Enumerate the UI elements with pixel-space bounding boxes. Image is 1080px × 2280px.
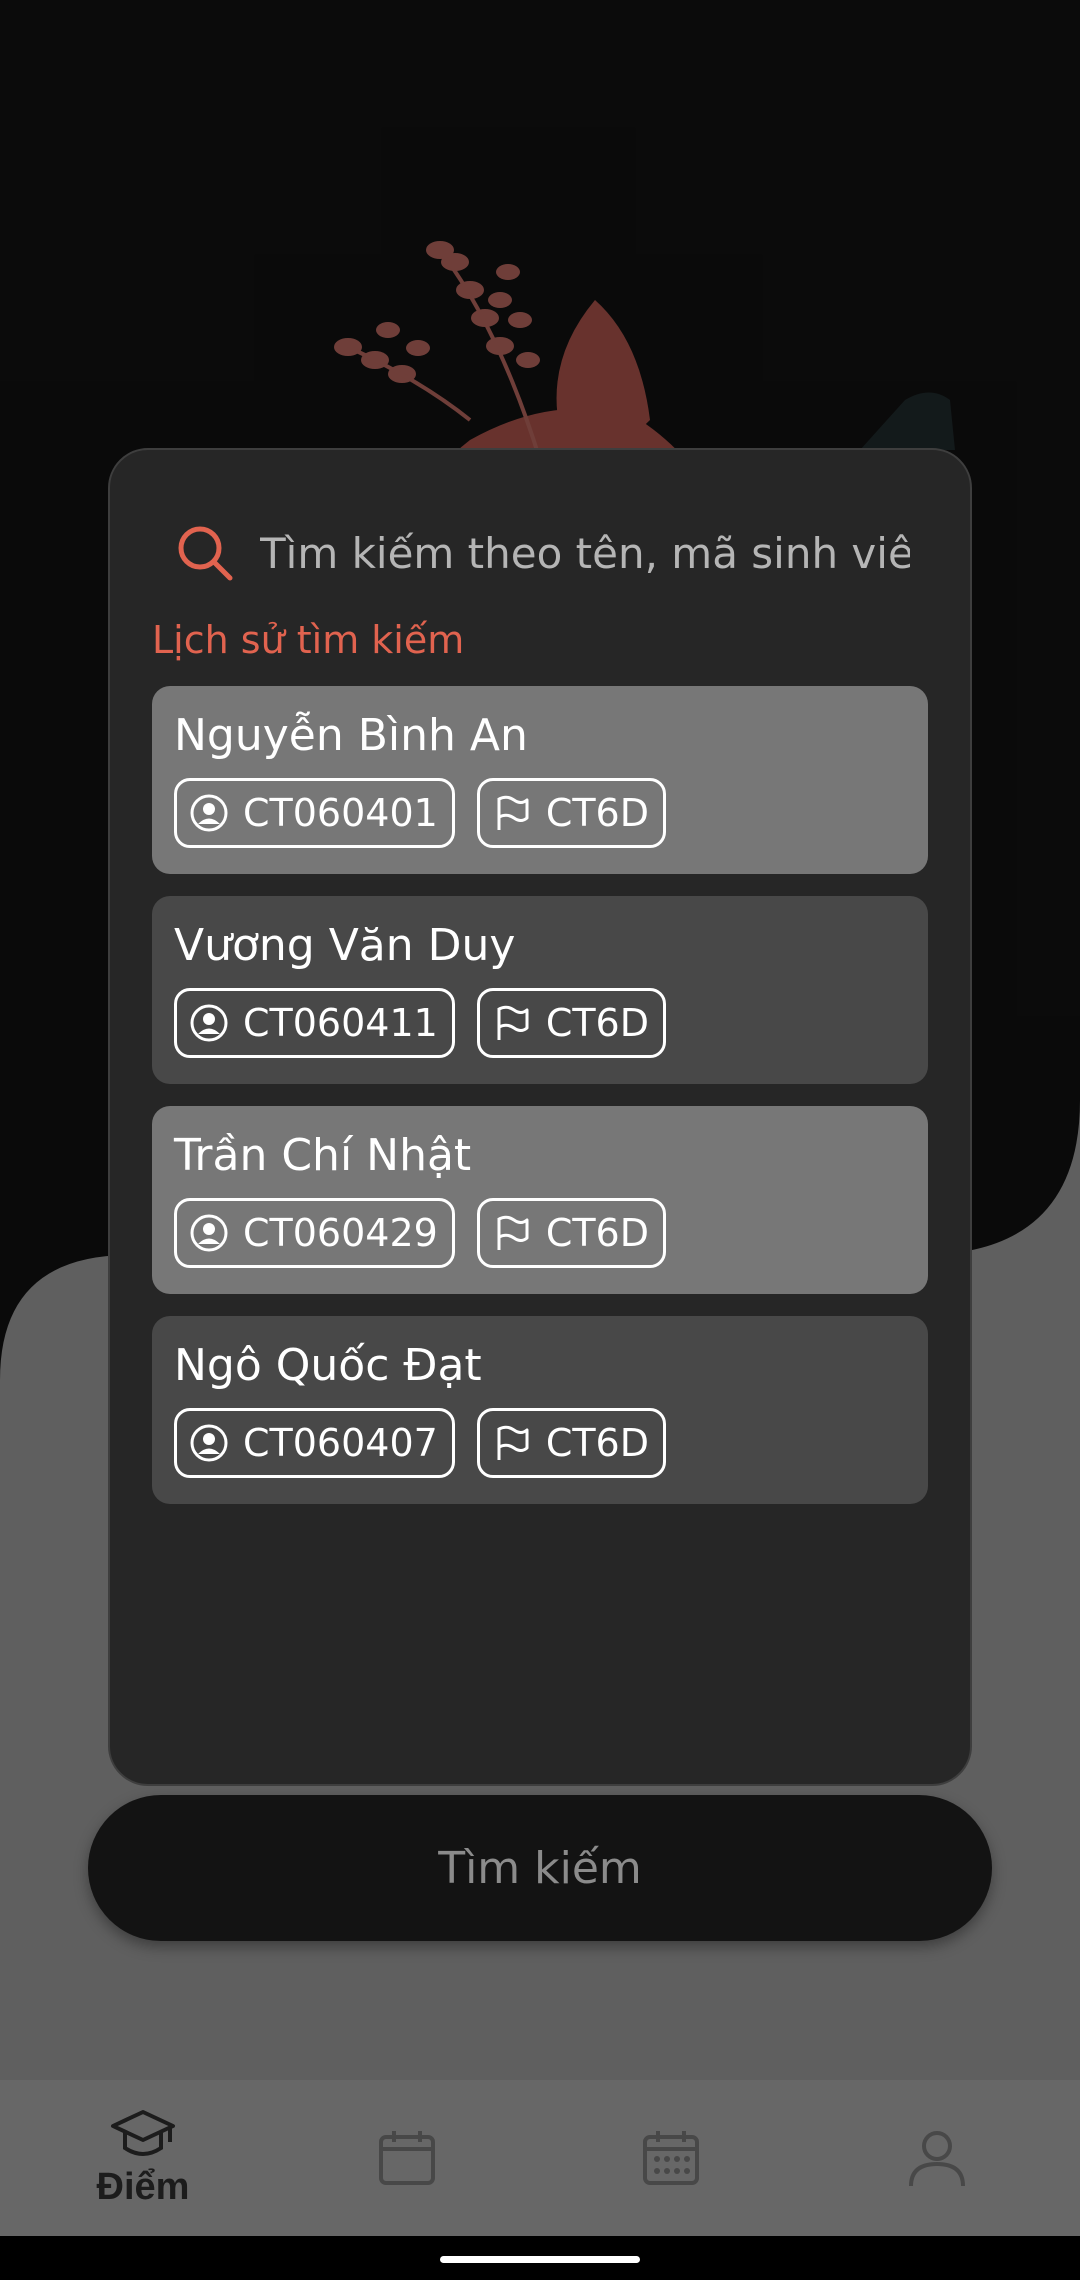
bottom-navigation: Điểm xyxy=(0,2080,1080,2236)
search-icon xyxy=(178,526,233,581)
nav-label-grades: Điểm xyxy=(96,2165,190,2208)
student-id-chip: CT060407 xyxy=(174,1408,455,1478)
class-code: CT6D xyxy=(545,1211,649,1255)
student-name: Nguyễn Bình An xyxy=(174,710,528,761)
student-id-chip: CT060401 xyxy=(174,778,455,848)
nav-item-profile[interactable] xyxy=(802,2080,1072,2236)
history-item[interactable]: Vương Văn Duy CT060411 CT6D xyxy=(152,896,928,1084)
history-item[interactable]: Trần Chí Nhật CT060429 CT6D xyxy=(152,1106,928,1294)
graduation-cap-icon xyxy=(111,2109,175,2156)
search-button[interactable]: Tìm kiếm xyxy=(88,1795,992,1941)
search-input[interactable] xyxy=(260,518,910,588)
flag-icon xyxy=(497,1425,529,1460)
student-id-chip: CT060411 xyxy=(174,988,455,1058)
calendar-blank-icon xyxy=(379,2131,435,2185)
student-id-chip: CT060429 xyxy=(174,1198,455,1268)
class-code: CT6D xyxy=(545,1001,649,1045)
student-name: Vương Văn Duy xyxy=(174,920,516,971)
class-code: CT6D xyxy=(545,1421,649,1465)
student-name: Trần Chí Nhật xyxy=(174,1130,472,1181)
nav-item-grades[interactable]: Điểm xyxy=(8,2080,278,2236)
calendar-grid-icon xyxy=(643,2131,699,2185)
student-id: CT060407 xyxy=(243,1421,438,1465)
student-name: Ngô Quốc Đạt xyxy=(174,1340,482,1391)
user-circle-icon xyxy=(190,1214,228,1252)
search-history-label: Lịch sử tìm kiếm xyxy=(152,618,465,662)
search-bar xyxy=(176,518,910,588)
user-icon xyxy=(909,2131,965,2187)
class-chip: CT6D xyxy=(476,778,666,848)
flag-icon xyxy=(497,1215,529,1250)
nav-item-calendar[interactable] xyxy=(272,2080,542,2236)
flag-icon xyxy=(497,795,529,830)
search-dialog: Lịch sử tìm kiếm Nguyễn Bình An CT060401… xyxy=(108,448,972,1786)
class-code: CT6D xyxy=(545,791,649,835)
user-circle-icon xyxy=(190,1424,228,1462)
student-id: CT060429 xyxy=(243,1211,438,1255)
student-id: CT060411 xyxy=(243,1001,438,1045)
nav-item-schedule[interactable] xyxy=(536,2080,806,2236)
class-chip: CT6D xyxy=(476,1198,666,1268)
class-chip: CT6D xyxy=(476,1408,666,1478)
user-circle-icon xyxy=(190,1004,228,1042)
history-item[interactable]: Ngô Quốc Đạt CT060407 CT6D xyxy=(152,1316,928,1504)
flag-icon xyxy=(497,1005,529,1040)
home-indicator[interactable] xyxy=(440,2256,640,2263)
search-history-list: Nguyễn Bình An CT060401 CT6D Vương Văn D… xyxy=(152,686,928,1526)
user-circle-icon xyxy=(190,794,228,832)
class-chip: CT6D xyxy=(476,988,666,1058)
history-item[interactable]: Nguyễn Bình An CT060401 CT6D xyxy=(152,686,928,874)
student-id: CT060401 xyxy=(243,791,438,835)
